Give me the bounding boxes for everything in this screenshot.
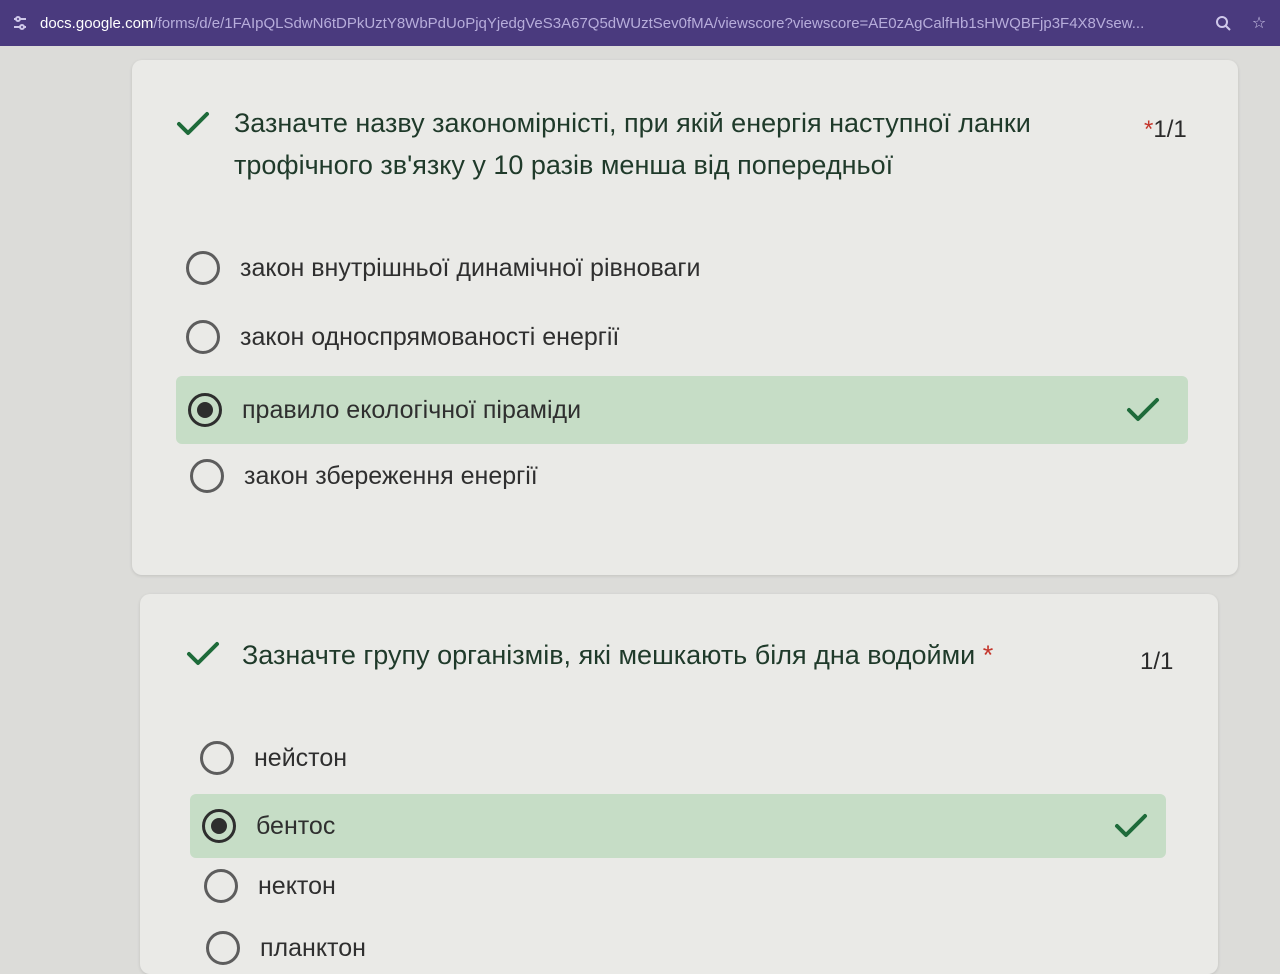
question-title-line-2: трофічного зв'язку у 10 разів менша від … [234,150,894,180]
url-path: /forms/d/e/1FAIpQLSdwN6tDPkUztY8WbPdUoPj… [153,14,1145,32]
radio-button[interactable] [186,320,220,354]
option-label: планктон [260,933,366,962]
correct-check-icon [177,112,209,135]
question-title-text: Зазначте групу організмів, які мешкають … [242,640,976,670]
radio-dot [211,818,227,834]
option-radio[interactable]: нейстон [200,740,1140,776]
option-radio[interactable]: планктон [206,930,1146,966]
required-star: * [1144,116,1154,143]
option-radio[interactable]: закон внутрішньої динамічної рівноваги [186,250,1146,286]
option-label: бентос [256,811,336,840]
option-label: закон внутрішньої динамічної рівноваги [240,253,701,282]
url-host: docs.google.com [40,14,154,32]
score-value: 1/1 [1140,648,1174,675]
radio-button[interactable] [186,251,220,285]
site-settings-icon[interactable] [12,15,28,31]
browser-address-bar[interactable]: docs.google.com/forms/d/e/1FAIpQLSdwN6tD… [0,0,1280,46]
option-radio-selected-correct[interactable]: бентос [190,794,1166,858]
question-title: Зазначте групу організмів, які мешкають … [242,634,1122,676]
option-label: закон односпрямованості енергії [240,322,620,351]
radio-button[interactable] [204,869,238,903]
question-card-1: Зазначте назву закономірністі, при якій … [132,60,1238,575]
option-label: нейстон [254,743,348,772]
option-label: правило екологічної піраміди [242,395,582,424]
radio-button[interactable] [200,741,234,775]
radio-button[interactable] [206,931,240,965]
question-card-2: Зазначте групу організмів, які мешкають … [140,594,1218,974]
radio-button-selected[interactable] [188,393,222,427]
correct-answer-check-icon [1115,814,1147,837]
radio-button-selected[interactable] [202,809,236,843]
correct-check-icon [187,642,219,665]
question-score: *1/1 [1144,116,1187,144]
option-label: закон збереження енергії [244,461,538,490]
option-radio[interactable]: нектон [204,868,1144,904]
score-value: 1/1 [1153,116,1187,143]
required-star: * [982,640,994,670]
radio-dot [197,402,213,418]
option-radio[interactable]: закон односпрямованості енергії [186,319,1146,355]
radio-button[interactable] [190,459,224,493]
url-text[interactable]: docs.google.com/forms/d/e/1FAIpQLSdwN6tD… [40,15,1198,32]
option-radio-selected-correct[interactable]: правило екологічної піраміди [176,376,1188,444]
correct-answer-check-icon [1127,398,1159,421]
zoom-icon[interactable] [1214,14,1232,32]
option-radio[interactable]: закон збереження енергії [190,458,1150,494]
bookmark-star-icon[interactable]: ☆ [1250,14,1268,32]
question-score: 1/1 [1140,648,1173,676]
question-title: Зазначте назву закономірністі, при якій … [234,102,1134,186]
question-title-line-1: Зазначте назву закономірністі, при якій … [234,108,1031,138]
option-label: нектон [258,871,336,900]
